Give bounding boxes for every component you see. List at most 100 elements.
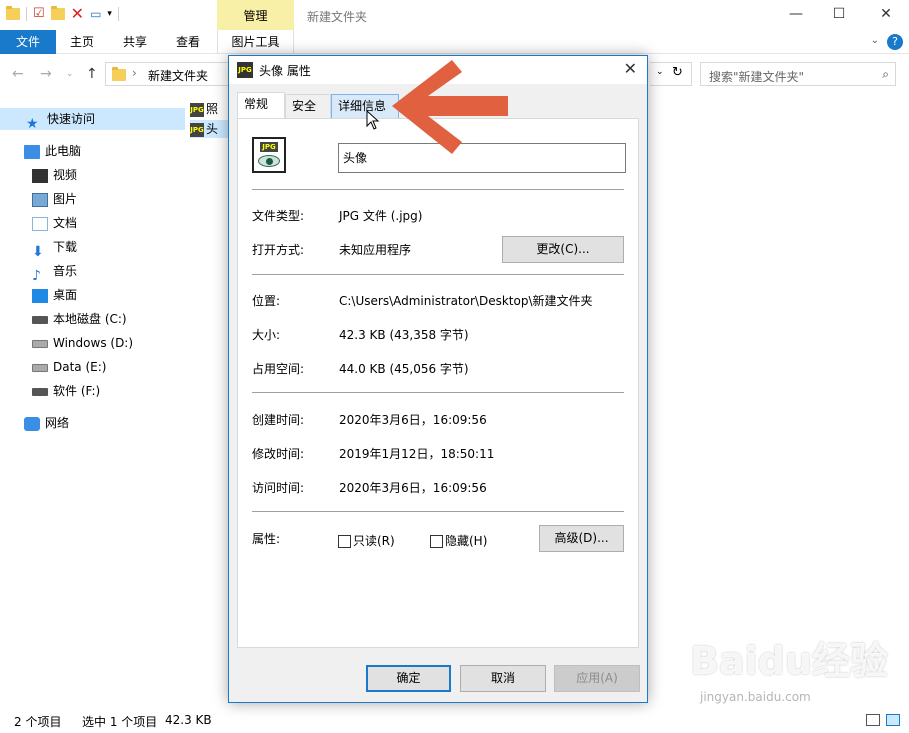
nav-drive-d[interactable]: Windows (D:) [32,332,133,354]
status-selected: 选中 1 个项目 [82,715,158,729]
status-bar: 2 个项目 选中 1 个项目 42.3 KB [0,709,909,733]
desktop-icon [32,288,48,303]
checkbox-box[interactable] [430,535,443,548]
drive-warning-icon [32,363,48,372]
watermark-logo: Baidu经验 [690,639,888,683]
apply-button[interactable]: 应用(A) [554,665,640,692]
rename-icon[interactable]: ▭ [90,7,101,21]
computer-icon [24,144,40,159]
nav-this-pc[interactable]: 此电脑 [24,140,81,162]
video-icon [32,168,48,183]
divider [252,274,624,275]
status-size: 42.3 KB [165,713,212,727]
toolbar-separator [117,6,119,21]
value-location: C:\Users\Administrator\Desktop\新建文件夹 [339,294,593,308]
search-input[interactable]: 搜索"新建文件夹" ⌕ [700,62,896,86]
label-modified: 修改时间: [252,447,305,461]
drive-icon [32,387,48,396]
tab-general[interactable]: 常规 [237,92,285,118]
advanced-button[interactable]: 高级(D)... [539,525,624,552]
value-size-on-disk: 44.0 KB (45,056 字节) [339,362,469,376]
jpg-file-icon: JPG [190,122,204,137]
new-folder-icon[interactable] [50,5,65,20]
nav-videos[interactable]: 视频 [32,164,77,186]
value-file-type: JPG 文件 (.jpg) [339,209,423,223]
nav-downloads[interactable]: ⬇ 下载 [32,236,77,260]
jpg-file-icon: JPG [190,102,204,117]
address-dropdown-icon[interactable]: ⌄ [656,67,664,77]
label-file-type: 文件类型: [252,209,305,223]
nav-drive-c[interactable]: 本地磁盘 (C:) [32,308,127,330]
help-icon[interactable]: ? [887,34,903,50]
search-placeholder: 搜索"新建文件夹" [709,70,805,84]
explorer-titlebar: ☑ ✕ ▭ ▾ 管理 新建文件夹 — ☐ ✕ [0,0,909,30]
ok-button[interactable]: 确定 [366,665,451,692]
recent-dropdown-icon[interactable]: ⌄ [66,69,74,79]
search-icon[interactable]: ⌕ [882,67,889,82]
manage-context-tab[interactable]: 管理 [217,0,294,30]
breadcrumb-chevron-icon[interactable]: › [132,66,137,80]
nav-pictures[interactable]: 图片 [32,188,77,210]
pictures-icon [32,192,48,207]
nav-documents[interactable]: 文档 [32,212,77,234]
label-open-with: 打开方式: [252,243,305,257]
tab-home[interactable]: 主页 [58,30,106,54]
tab-view[interactable]: 查看 [164,30,212,54]
checkbox-box[interactable] [338,535,351,548]
nav-drive-f[interactable]: 软件 (F:) [32,380,100,402]
up-arrow-icon[interactable]: ↑ [86,66,98,82]
details-view-icon[interactable] [866,714,880,726]
nav-desktop[interactable]: 桌面 [32,284,77,306]
tab-details[interactable]: 详细信息 [331,94,399,118]
label-accessed: 访问时间: [252,481,305,495]
hidden-checkbox[interactable]: 隐藏(H) [430,532,487,549]
cancel-button[interactable]: 取消 [460,665,546,692]
customize-dropdown-icon[interactable]: ▾ [107,9,112,19]
tab-picture-tools[interactable]: 图片工具 [217,30,294,54]
network-icon [24,416,40,431]
value-created: 2020年3月6日，16:09:56 [339,413,487,427]
address-input[interactable]: › 新建文件夹 [105,62,230,86]
breadcrumb[interactable]: 新建文件夹 [148,67,208,84]
close-button[interactable]: ✕ [863,4,909,26]
properties-check-icon[interactable]: ☑ [33,6,45,21]
document-icon [32,216,48,231]
dialog-title: 头像 属性 [259,64,311,78]
chevron-down-icon[interactable]: ⌄ [871,35,879,46]
change-button[interactable]: 更改(C)... [502,236,624,263]
value-accessed: 2020年3月6日，16:09:56 [339,481,487,495]
drive-icon [32,315,48,324]
delete-icon[interactable]: ✕ [71,4,84,23]
tab-security[interactable]: 安全 [285,94,331,118]
close-icon[interactable]: ✕ [624,59,637,78]
label-created: 创建时间: [252,413,305,427]
nav-drive-e[interactable]: Data (E:) [32,356,106,378]
divider [252,392,624,393]
music-note-icon: ♪ [32,267,41,284]
tab-file[interactable]: 文件 [0,30,56,54]
general-tab-panel: JPG 头像 文件类型: JPG 文件 (.jpg) 打开方式: 未知应用程序 … [237,118,639,648]
download-arrow-icon: ⬇ [32,243,44,260]
folder-icon[interactable] [6,5,20,20]
value-modified: 2019年1月12日，18:50:11 [339,447,495,461]
nav-network[interactable]: 网络 [24,412,69,434]
value-open-with: 未知应用程序 [339,243,412,257]
label-size: 大小: [252,328,281,342]
star-icon: ★ [26,115,39,132]
forward-arrow-icon[interactable]: → [40,66,52,82]
nav-quick-access[interactable]: ★ 快速访问 [0,108,185,132]
large-icons-view-icon[interactable] [886,714,900,726]
watermark-url: jingyan.baidu.com [700,690,811,704]
maximize-button[interactable]: ☐ [816,4,862,26]
refresh-icon[interactable]: ↻ [672,65,683,80]
tab-share[interactable]: 共享 [111,30,159,54]
window-title: 新建文件夹 [307,10,368,24]
minimize-button[interactable]: — [773,4,819,26]
nav-music[interactable]: ♪ 音乐 [32,260,77,284]
back-arrow-icon[interactable]: ← [12,66,24,82]
readonly-checkbox[interactable]: 只读(R) [338,532,395,549]
label-location: 位置: [252,294,281,308]
navigation-pane: ★ 快速访问 此电脑 视频 图片 文档 ⬇ 下载 ♪ 音乐 桌面 本地磁盘 (C:) … [0,100,185,700]
label-attributes: 属性: [252,532,281,546]
folder-icon [112,67,126,81]
